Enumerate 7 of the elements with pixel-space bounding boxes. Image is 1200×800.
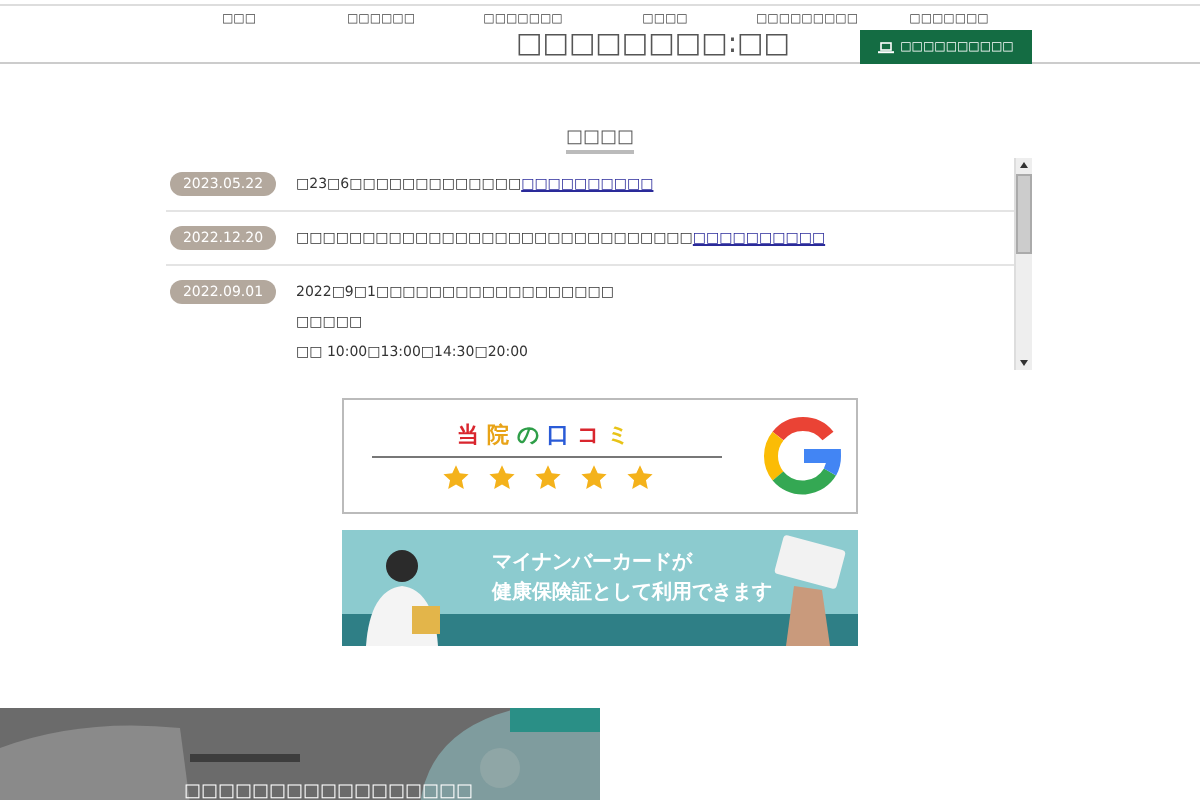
banner-heading: 当院の口コミ	[457, 421, 637, 449]
banner-text: マイナンバーカードが	[492, 550, 695, 576]
site-title: □□□□□□□□:□□	[516, 28, 790, 60]
review-banner[interactable]: 当院の口コミ	[342, 398, 858, 514]
banner-text: 健康保険証として利用できます	[492, 580, 772, 606]
section-heading: □□□□	[565, 128, 634, 154]
hero-title: □□□□□□□□□□□□□□□□□	[184, 782, 474, 800]
